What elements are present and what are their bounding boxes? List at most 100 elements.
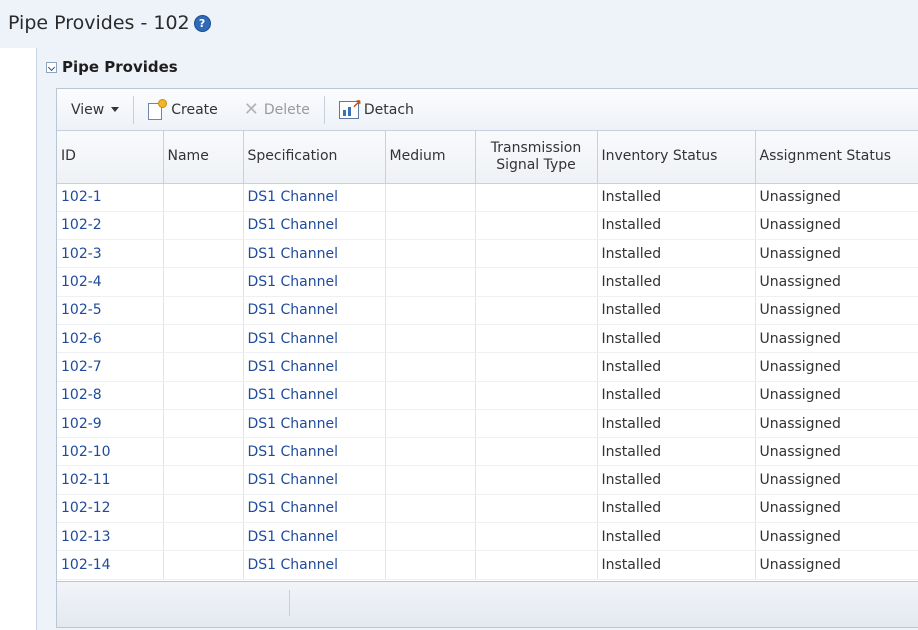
cell-specification[interactable]: DS1 Channel bbox=[243, 211, 386, 241]
toolbar-divider bbox=[323, 95, 325, 124]
cell-assignment-status: Unassigned bbox=[755, 522, 918, 552]
cell-name bbox=[163, 352, 244, 382]
create-button[interactable]: Create bbox=[140, 97, 226, 123]
table-footer bbox=[57, 581, 918, 627]
cell-medium bbox=[385, 183, 476, 212]
cell-transmission-signal-type bbox=[475, 267, 598, 297]
column-header-specification[interactable]: Specification bbox=[243, 131, 386, 184]
cell-assignment-status: Unassigned bbox=[755, 296, 918, 325]
cell-specification[interactable]: DS1 Channel bbox=[243, 267, 386, 297]
cell-inventory-status: Installed bbox=[597, 522, 756, 552]
cell-inventory-status: Installed bbox=[597, 324, 756, 354]
cell-specification[interactable]: DS1 Channel bbox=[243, 409, 386, 439]
cell-transmission-signal-type bbox=[475, 522, 598, 552]
cell-id[interactable]: 102-6 bbox=[57, 324, 164, 354]
detach-label: Detach bbox=[363, 101, 414, 118]
cell-specification[interactable]: DS1 Channel bbox=[243, 494, 386, 524]
table-row[interactable]: 102-12 DS1 Channel Installed Unassigned bbox=[57, 494, 918, 524]
cell-medium bbox=[385, 437, 476, 467]
cell-specification[interactable]: DS1 Channel bbox=[243, 183, 386, 212]
table-row[interactable]: 102-7 DS1 Channel Installed Unassigned bbox=[57, 352, 918, 382]
table-row[interactable]: 102-6 DS1 Channel Installed Unassigned bbox=[57, 324, 918, 354]
cell-specification[interactable]: DS1 Channel bbox=[243, 239, 386, 269]
detach-icon: ↗ bbox=[338, 97, 362, 119]
cell-inventory-status: Installed bbox=[597, 550, 756, 580]
cell-medium bbox=[385, 409, 476, 439]
cell-id[interactable]: 102-9 bbox=[57, 409, 164, 439]
table-row[interactable]: 102-3 DS1 Channel Installed Unassigned bbox=[57, 239, 918, 269]
column-header-assignment-status[interactable]: Assignment Status bbox=[755, 131, 918, 184]
detach-button[interactable]: ↗ Detach bbox=[331, 97, 422, 123]
cell-name bbox=[163, 324, 244, 354]
cell-id[interactable]: 102-13 bbox=[57, 522, 164, 552]
column-header-inventory-status[interactable]: Inventory Status bbox=[597, 131, 756, 184]
cell-specification[interactable]: DS1 Channel bbox=[243, 296, 386, 325]
cell-id[interactable]: 102-14 bbox=[57, 550, 164, 580]
cell-specification[interactable]: DS1 Channel bbox=[243, 550, 386, 580]
cell-id[interactable]: 102-5 bbox=[57, 296, 164, 325]
cell-specification[interactable]: DS1 Channel bbox=[243, 381, 386, 410]
delete-button[interactable]: ✕ Delete bbox=[236, 97, 318, 123]
cell-medium bbox=[385, 381, 476, 410]
cell-name bbox=[163, 211, 244, 241]
cell-id[interactable]: 102-12 bbox=[57, 494, 164, 524]
column-header-name[interactable]: Name bbox=[163, 131, 244, 184]
cell-specification[interactable]: DS1 Channel bbox=[243, 522, 386, 552]
cell-assignment-status: Unassigned bbox=[755, 352, 918, 382]
cell-specification[interactable]: DS1 Channel bbox=[243, 465, 386, 495]
chevron-down-icon bbox=[111, 107, 120, 112]
table-row[interactable]: 102-9 DS1 Channel Installed Unassigned bbox=[57, 409, 918, 439]
cell-assignment-status: Unassigned bbox=[755, 494, 918, 524]
toolbar-divider bbox=[133, 95, 135, 124]
cell-specification[interactable]: DS1 Channel bbox=[243, 352, 386, 382]
cell-inventory-status: Installed bbox=[597, 409, 756, 439]
cell-medium bbox=[385, 465, 476, 495]
column-header-transmission-signal-type[interactable]: Transmission Signal Type bbox=[475, 131, 598, 184]
column-header-medium[interactable]: Medium bbox=[385, 131, 476, 184]
cell-inventory-status: Installed bbox=[597, 465, 756, 495]
table-row[interactable]: 102-10 DS1 Channel Installed Unassigned bbox=[57, 437, 918, 467]
column-header-id[interactable]: ID bbox=[57, 131, 164, 184]
view-menu-label: View bbox=[71, 101, 105, 118]
help-icon[interactable]: ? bbox=[193, 14, 211, 32]
cell-inventory-status: Installed bbox=[597, 296, 756, 325]
cell-name bbox=[163, 296, 244, 325]
cell-id[interactable]: 102-11 bbox=[57, 465, 164, 495]
cell-id[interactable]: 102-4 bbox=[57, 267, 164, 297]
table-row[interactable]: 102-5 DS1 Channel Installed Unassigned bbox=[57, 296, 918, 325]
table-header-row: ID Name Specification Medium Transmissio… bbox=[57, 131, 918, 184]
collapse-icon[interactable] bbox=[46, 61, 57, 73]
cell-specification[interactable]: DS1 Channel bbox=[243, 324, 386, 354]
cell-name bbox=[163, 550, 244, 580]
cell-medium bbox=[385, 211, 476, 241]
cell-id[interactable]: 102-1 bbox=[57, 183, 164, 212]
cell-id[interactable]: 102-7 bbox=[57, 352, 164, 382]
table-row[interactable]: 102-1 DS1 Channel Installed Unassigned bbox=[57, 183, 918, 212]
cell-id[interactable]: 102-10 bbox=[57, 437, 164, 467]
table-row[interactable]: 102-14 DS1 Channel Installed Unassigned bbox=[57, 550, 918, 580]
cell-medium bbox=[385, 296, 476, 325]
table-row[interactable]: 102-11 DS1 Channel Installed Unassigned bbox=[57, 465, 918, 495]
cell-assignment-status: Unassigned bbox=[755, 324, 918, 354]
table-row[interactable]: 102-2 DS1 Channel Installed Unassigned bbox=[57, 211, 918, 241]
delete-icon: ✕ bbox=[243, 98, 259, 120]
cell-assignment-status: Unassigned bbox=[755, 239, 918, 269]
table-row[interactable]: 102-4 DS1 Channel Installed Unassigned bbox=[57, 267, 918, 297]
cell-medium bbox=[385, 550, 476, 580]
cell-name bbox=[163, 437, 244, 467]
table-row[interactable]: 102-8 DS1 Channel Installed Unassigned bbox=[57, 381, 918, 410]
cell-medium bbox=[385, 239, 476, 269]
view-menu-button[interactable]: View bbox=[63, 97, 127, 123]
cell-name bbox=[163, 381, 244, 410]
table-row[interactable]: 102-13 DS1 Channel Installed Unassigned bbox=[57, 522, 918, 552]
cell-id[interactable]: 102-3 bbox=[57, 239, 164, 269]
cell-assignment-status: Unassigned bbox=[755, 381, 918, 410]
delete-label: Delete bbox=[263, 101, 310, 118]
section-header[interactable]: Pipe Provides bbox=[46, 56, 178, 78]
cell-transmission-signal-type bbox=[475, 437, 598, 467]
cell-assignment-status: Unassigned bbox=[755, 183, 918, 212]
cell-id[interactable]: 102-8 bbox=[57, 381, 164, 410]
cell-id[interactable]: 102-2 bbox=[57, 211, 164, 241]
cell-name bbox=[163, 522, 244, 552]
cell-specification[interactable]: DS1 Channel bbox=[243, 437, 386, 467]
